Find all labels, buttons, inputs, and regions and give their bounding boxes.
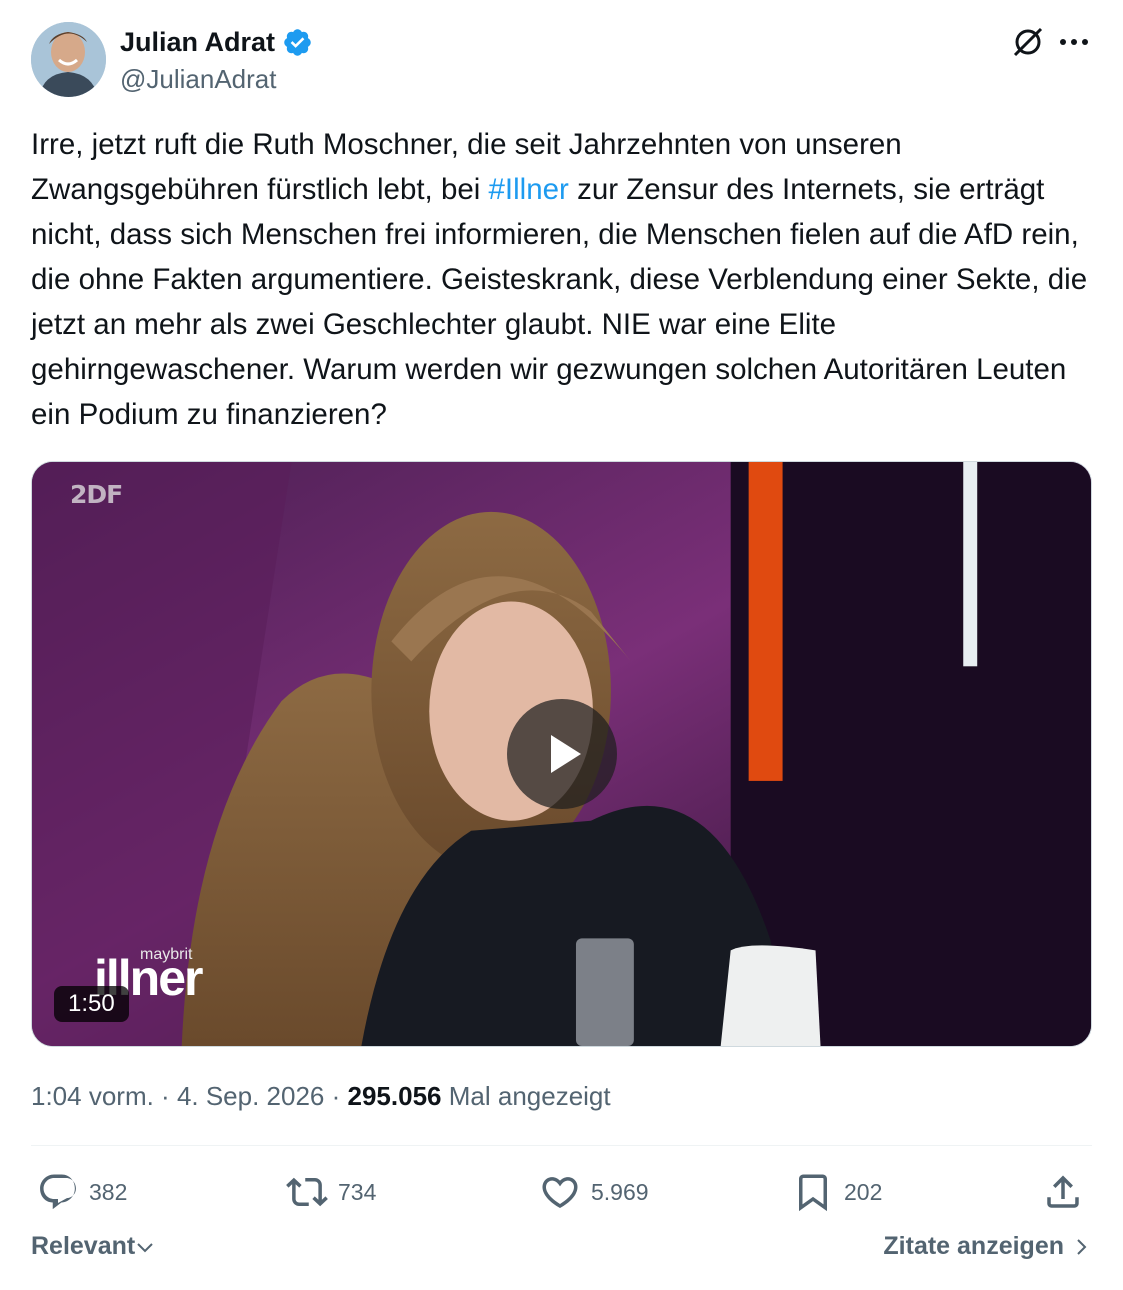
reply-icon [40, 1174, 76, 1210]
author-name[interactable]: Julian Adrat [120, 24, 313, 60]
share-icon [1047, 1175, 1079, 1208]
reply-button[interactable]: 382 [37, 1168, 127, 1216]
play-button[interactable] [507, 699, 617, 809]
grok-icon [1013, 27, 1043, 57]
repost-icon [286, 1177, 328, 1207]
video-duration: 1:50 [54, 986, 129, 1022]
video-player[interactable]: 2DF maybrit illner 1:50 [31, 461, 1092, 1047]
avatar[interactable] [31, 22, 106, 97]
divider [31, 1145, 1092, 1146]
sort-dropdown[interactable]: Relevant [31, 1232, 155, 1261]
view-count-label: Mal angezeigt [448, 1081, 611, 1111]
tweet-date[interactable]: 4. Sep. 2026 [177, 1081, 324, 1111]
repost-button[interactable]: 734 [286, 1168, 376, 1216]
channel-logo: 2DF [70, 480, 123, 509]
like-button[interactable]: 5.969 [539, 1168, 649, 1216]
more-icon [1060, 39, 1088, 45]
view-count: 295.056 [347, 1081, 442, 1111]
author-handle[interactable]: @JulianAdrat [120, 60, 313, 98]
more-button[interactable] [1056, 26, 1092, 58]
replies-footer: Relevant Zitate anzeigen [31, 1232, 1092, 1272]
view-quotes-link[interactable]: Zitate anzeigen [883, 1232, 1092, 1261]
tweet-time[interactable]: 1:04 vorm. [31, 1081, 154, 1111]
repost-count: 734 [338, 1178, 377, 1205]
reply-count: 382 [89, 1178, 128, 1205]
quotes-label: Zitate anzeigen [883, 1232, 1064, 1260]
bookmark-icon [799, 1174, 827, 1212]
sort-label: Relevant [31, 1232, 136, 1260]
author-display-name[interactable]: Julian Adrat [120, 24, 275, 60]
tweet-text-after: zur Zensur des Internets, sie erträgt ni… [31, 173, 1088, 431]
like-icon [542, 1177, 578, 1209]
meta-separator-2: · [324, 1081, 348, 1111]
verified-badge-icon [284, 28, 311, 56]
meta-separator: · [153, 1081, 177, 1111]
tweet-meta: 1:04 vorm. · 4. Sep. 2026 · 295.056 Mal … [31, 1078, 611, 1114]
action-bar: 382 734 5.969 202 [31, 1168, 1092, 1216]
share-button[interactable] [1042, 1168, 1094, 1216]
tweet-text: Irre, jetzt ruft die Ruth Moschner, die … [31, 122, 1096, 437]
like-count: 5.969 [591, 1178, 649, 1205]
show-logo-sub: maybrit [140, 946, 193, 963]
grok-button[interactable] [1010, 24, 1046, 60]
bookmark-count: 202 [844, 1178, 883, 1205]
bookmark-button[interactable]: 202 [792, 1168, 882, 1216]
chevron-down-icon [137, 1242, 153, 1252]
chevron-right-icon [1077, 1238, 1087, 1255]
play-icon [551, 735, 581, 773]
tweet-header: Julian Adrat @JulianAdrat [31, 22, 1092, 100]
hashtag-link[interactable]: #Illner [489, 173, 569, 206]
